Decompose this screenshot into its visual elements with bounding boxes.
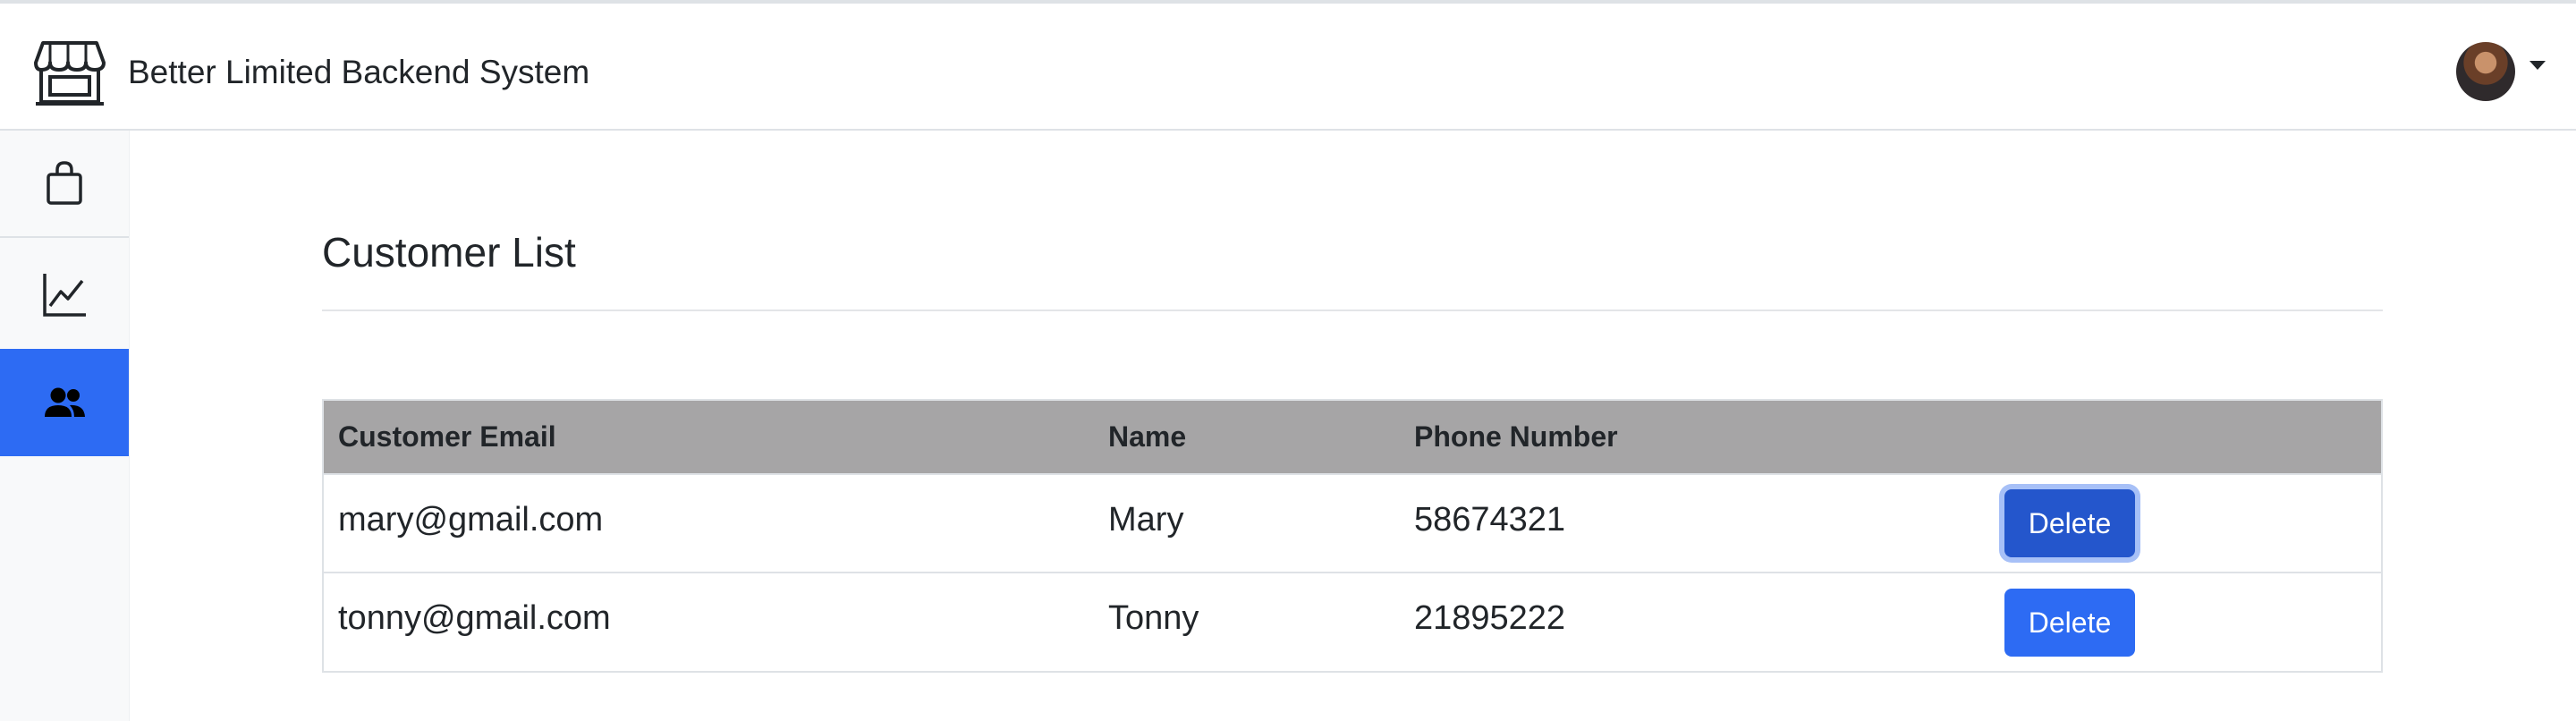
table-header-row: Customer Email Name Phone Number <box>324 401 2381 474</box>
customer-name-cell: Mary <box>1108 500 1184 539</box>
table-row: mary@gmail.com Mary 58674321 Delete <box>324 474 2381 573</box>
sidebar <box>0 131 130 721</box>
sidebar-item-customers[interactable] <box>0 349 129 456</box>
customer-name-cell: Tonny <box>1108 599 1199 637</box>
page-title: Customer List <box>322 229 576 276</box>
graph-up-icon <box>43 274 86 317</box>
shopping-bag-icon <box>47 161 82 205</box>
sidebar-item-reports[interactable] <box>0 240 129 349</box>
action-cell: Delete <box>1987 573 2381 671</box>
column-header-email: Customer Email <box>338 420 556 453</box>
shop-icon[interactable] <box>34 39 106 107</box>
top-navbar: Better Limited Backend System <box>0 0 2576 131</box>
caret-down-icon[interactable] <box>2529 61 2546 70</box>
customer-phone-cell: 21895222 <box>1414 599 1566 637</box>
customer-table: Customer Email Name Phone Number mary@gm… <box>322 399 2383 673</box>
sidebar-item-orders[interactable] <box>0 131 129 238</box>
column-header-name: Name <box>1108 420 1187 453</box>
delete-button[interactable]: Delete <box>2004 489 2135 557</box>
customer-phone-cell: 58674321 <box>1414 500 1566 539</box>
customer-email-cell: tonny@gmail.com <box>338 599 611 637</box>
app-title[interactable]: Better Limited Backend System <box>128 50 589 95</box>
column-header-phone: Phone Number <box>1414 420 1618 453</box>
delete-button[interactable]: Delete <box>2004 588 2135 657</box>
customer-email-cell: mary@gmail.com <box>338 500 604 539</box>
title-divider <box>322 310 2383 311</box>
table-row: tonny@gmail.com Tonny 21895222 Delete <box>324 573 2381 671</box>
user-avatar[interactable] <box>2456 42 2515 101</box>
action-cell: Delete <box>1987 474 2381 573</box>
people-icon <box>45 387 85 417</box>
column-header-action <box>1987 401 2381 474</box>
